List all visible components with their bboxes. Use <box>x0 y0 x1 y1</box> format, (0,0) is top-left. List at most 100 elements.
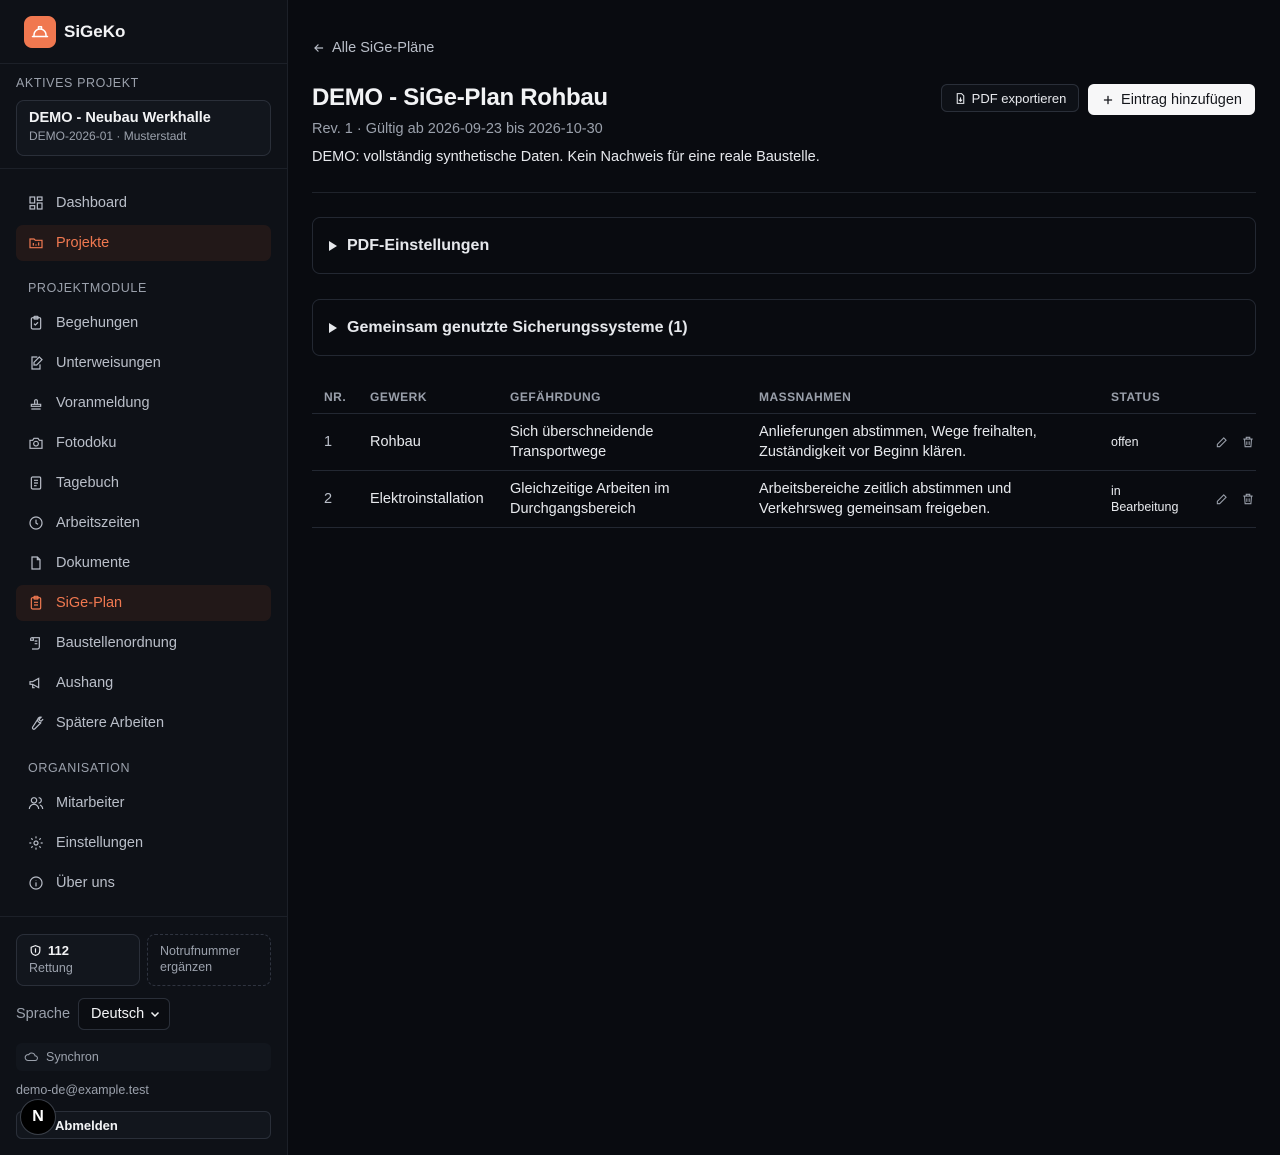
page-title: DEMO - SiGe-Plan Rohbau <box>312 84 608 111</box>
nav-label: Mitarbeiter <box>56 795 125 811</box>
nav-item-baustellenordnung[interactable]: Baustellenordnung <box>16 625 271 661</box>
cell-massnahmen: Anlieferungen abstimmen, Wege freihalten… <box>759 424 1037 460</box>
folder-icon <box>29 238 43 249</box>
header-gefaehrdung: Gefährdung <box>510 389 601 404</box>
trash-icon <box>1243 493 1253 505</box>
cell-gefaehrdung: Sich überschneidende Transportwege <box>510 424 654 460</box>
nav-item-sige-plan[interactable]: SiGe-Plan <box>16 585 271 621</box>
nav-label: Spätere Arbeiten <box>56 715 165 731</box>
sidebar: SiGeKo Aktives Projekt DEMO - Neubau Wer… <box>0 0 288 1155</box>
nav-label: Dashboard <box>56 195 127 211</box>
grid-icon <box>29 196 43 210</box>
nav-item-spaetere-arbeiten[interactable]: Spätere Arbeiten <box>16 705 271 741</box>
delete-button[interactable] <box>1241 435 1255 449</box>
notebook-icon <box>30 476 42 490</box>
cell-nr: 1 <box>324 434 333 450</box>
shared-safety-systems-section[interactable]: Gemeinsam genutzte Sicherungssysteme (1) <box>312 299 1256 356</box>
trash-icon <box>1243 436 1253 448</box>
demo-note: DEMO: vollständig synthetische Daten. Ke… <box>312 149 820 165</box>
user-email: demo-de@example.test <box>16 1083 149 1097</box>
cell-massnahmen: Arbeitsbereiche zeitlich abstimmen und V… <box>759 481 1012 517</box>
nav-item-aushang[interactable]: Aushang <box>16 665 271 701</box>
emergency-label: Rettung <box>29 961 73 975</box>
nav-label: Voranmeldung <box>56 395 150 411</box>
cloud-sync-icon <box>24 1052 38 1062</box>
pdf-settings-section[interactable]: PDF-Einstellungen <box>312 217 1256 274</box>
nav-item-dashboard[interactable]: Dashboard <box>16 185 271 221</box>
section-label: PDF-Einstellungen <box>347 236 490 254</box>
nav-label: Baustellenordnung <box>56 635 177 651</box>
back-link[interactable]: Alle SiGe-Pläne <box>312 40 434 56</box>
badge-letter: N <box>32 1108 44 1125</box>
divider <box>312 192 1256 193</box>
gear-icon <box>29 836 43 850</box>
nav-label: Über uns <box>56 875 115 891</box>
add-entry-button[interactable]: Eintrag hinzufügen <box>1088 84 1255 115</box>
active-project-label: Aktives Projekt <box>16 76 139 90</box>
nav-label: Einstellungen <box>56 835 144 851</box>
language-select[interactable]: Deutsch <box>78 998 171 1030</box>
table-row[interactable]: 1 Rohbau Sich überschneidende Transportw… <box>312 414 1256 471</box>
cell-status: offen <box>1111 435 1139 449</box>
nav-item-mitarbeiter[interactable]: Mitarbeiter <box>16 785 271 821</box>
stamp-icon <box>30 399 42 410</box>
scroll-icon <box>30 637 40 650</box>
nav-item-arbeitszeiten[interactable]: Arbeitszeiten <box>16 505 271 541</box>
divider <box>0 168 288 169</box>
language-row: Sprache Deutsch <box>16 998 171 1030</box>
main-content: Alle SiGe-Pläne DEMO - SiGe-Plan Rohbau … <box>288 0 1280 1155</box>
sync-status: Synchron <box>16 1043 271 1071</box>
cell-gewerk: Rohbau <box>370 434 421 450</box>
nav-label: Unterweisungen <box>56 355 161 371</box>
nav-item-voranmeldung[interactable]: Voranmeldung <box>16 385 271 421</box>
nav-label: Dokumente <box>56 555 131 571</box>
nav-item-unterweisungen[interactable]: Unterweisungen <box>16 345 271 381</box>
header-massnahmen: Maßnahmen <box>759 389 852 404</box>
nav-item-fotodoku[interactable]: Fotodoku <box>16 425 271 461</box>
divider <box>0 916 288 917</box>
dev-tools-badge[interactable]: N <box>20 1099 56 1135</box>
delete-button[interactable] <box>1241 492 1255 506</box>
emergency-number-card[interactable]: 112 Rettung <box>16 934 140 986</box>
row-actions <box>1215 435 1267 449</box>
table-row[interactable]: 2 Elektroinstallation Gleichzeitige Arbe… <box>312 471 1256 528</box>
group-label-org: Organisation <box>28 761 131 775</box>
table-header: Nr. Gewerk Gefährdung Maßnahmen Status <box>312 380 1256 414</box>
edit-button[interactable] <box>1215 435 1229 449</box>
megaphone-icon <box>29 677 40 689</box>
header-gewerk: Gewerk <box>370 389 427 404</box>
cell-nr: 2 <box>324 491 333 507</box>
info-icon <box>29 876 43 890</box>
add-emergency-number-card[interactable]: Notrufnummer ergänzen <box>147 934 271 986</box>
nav-item-projekte[interactable]: Projekte <box>16 225 271 261</box>
camera-icon <box>29 437 43 449</box>
edit-document-icon <box>31 356 43 370</box>
language-value: Deutsch <box>91 1006 145 1022</box>
cell-gewerk: Elektroinstallation <box>370 491 484 507</box>
project-name: DEMO - Neubau Werkhalle <box>29 110 211 126</box>
export-pdf-label: PDF exportieren <box>971 90 1067 106</box>
chevron-down-icon <box>150 1011 160 1018</box>
nav-item-dokumente[interactable]: Dokumente <box>16 545 271 581</box>
export-pdf-button[interactable]: PDF exportieren <box>941 84 1079 112</box>
cell-gefaehrdung: Gleichzeitige Arbeiten im Durchgangsbere… <box>510 481 670 517</box>
brand-name: SiGeKo <box>64 21 126 41</box>
hardhat-icon <box>24 15 56 48</box>
clipboard-check-icon <box>30 315 42 330</box>
project-sub: DEMO-2026-01 · Musterstadt <box>29 129 187 143</box>
nav-item-ueber-uns[interactable]: Über uns <box>16 865 271 901</box>
clock-icon <box>29 516 43 530</box>
active-project-card[interactable]: DEMO - Neubau Werkhalle DEMO-2026-01 · M… <box>16 100 271 156</box>
brand[interactable]: SiGeKo <box>0 0 287 64</box>
nav-item-tagebuch[interactable]: Tagebuch <box>16 465 271 501</box>
users-icon <box>28 797 44 810</box>
add-emergency-number-label: Notrufnummer ergänzen <box>160 944 240 974</box>
edit-button[interactable] <box>1215 492 1229 506</box>
arrow-left-icon <box>314 44 324 52</box>
shield-icon <box>30 944 41 956</box>
language-label: Sprache <box>16 1006 71 1022</box>
caret-right-icon <box>329 322 337 333</box>
wrench-icon <box>31 716 44 730</box>
nav-item-begehungen[interactable]: Begehungen <box>16 305 271 341</box>
nav-item-einstellungen[interactable]: Einstellungen <box>16 825 271 861</box>
